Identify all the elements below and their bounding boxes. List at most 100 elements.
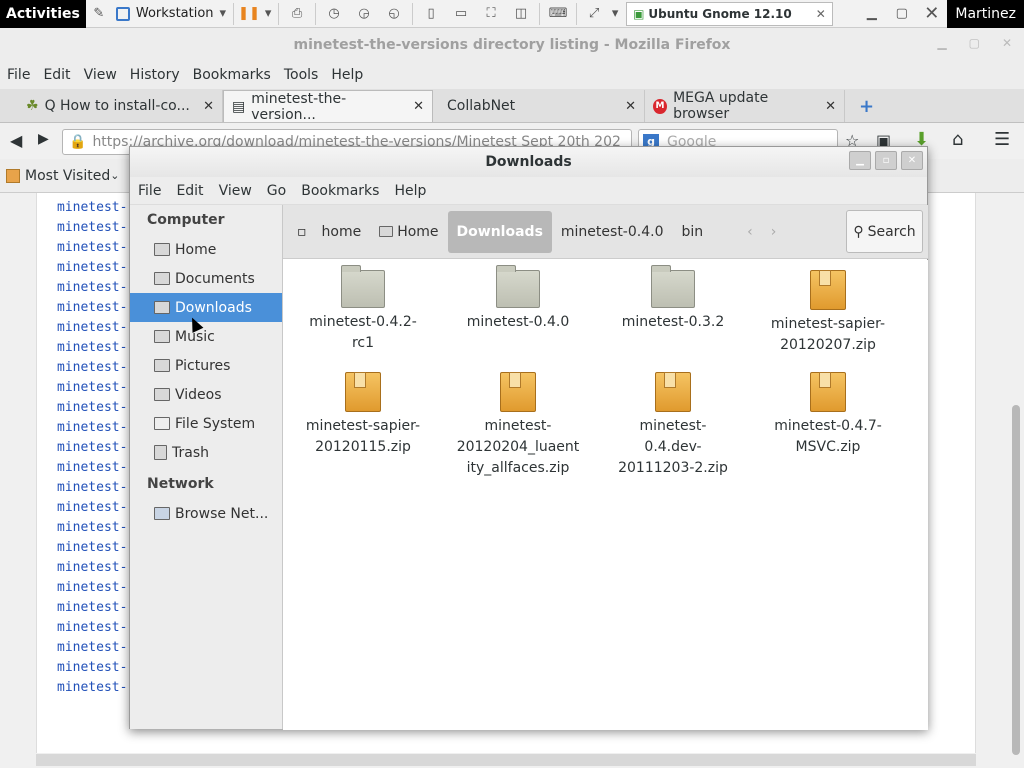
pause-icon[interactable]: ❚❚ [237,0,261,28]
path-crumb-downloads[interactable]: Downloads [447,210,552,253]
menu-help[interactable]: Help [394,183,426,199]
close-icon[interactable]: ✕ [816,7,826,21]
workstation-menu[interactable]: Workstation ▾ [112,0,230,28]
vertical-scrollbar-thumb[interactable] [1012,405,1020,755]
close-icon[interactable]: ✕ [1002,36,1012,50]
file-item[interactable]: minetest-0.4.7-MSVC.zip [758,372,898,458]
snapshot-manager-icon[interactable]: ◵ [379,0,409,28]
menu-icon[interactable]: ☰ [994,129,1010,150]
close-icon[interactable]: ✕ [413,99,424,114]
listing-link[interactable]: minetest- [57,418,127,438]
sidebar-view-icon[interactable]: ▯ [416,0,446,28]
browser-tab[interactable]: CollabNet ✕ [433,90,645,122]
sidebar-item-home[interactable]: Home [130,235,282,264]
user-menu[interactable]: Martinez [947,0,1024,28]
listing-link[interactable]: minetest- [57,598,127,618]
close-icon[interactable]: ✕ [625,99,636,114]
unity-icon[interactable]: ◫ [506,0,536,28]
listing-link[interactable]: minetest- [57,358,127,378]
listing-link[interactable]: minetest- [57,658,127,678]
browser-tab[interactable]: M MEGA update browser ✕ [645,90,845,122]
maximize-icon[interactable]: ▫ [875,151,897,170]
activities-button[interactable]: Activities [0,0,86,28]
listing-link[interactable]: minetest- [57,558,127,578]
back-icon[interactable]: ◀ [10,131,22,150]
close-icon[interactable]: ✕ [901,151,923,170]
pin-icon[interactable]: ✎ [86,0,112,28]
menu-bookmarks[interactable]: Bookmarks [193,67,271,83]
menu-view[interactable]: View [219,183,252,199]
listing-link[interactable]: minetest- [57,238,127,258]
forward-icon[interactable]: ▶ [38,131,49,147]
back-arrow-icon[interactable]: ‹ [738,211,762,253]
sidebar-item-downloads[interactable]: Downloads [130,293,282,322]
menu-go[interactable]: Go [267,183,286,199]
file-item[interactable]: minetest-sapier-20120207.zip [758,270,898,356]
most-visited-label[interactable]: Most Visited [25,168,110,184]
chevron-down-icon[interactable]: ▾ [608,0,622,28]
file-item[interactable]: minetest-20120204_luaentity_allfaces.zip [448,372,588,479]
stretch-icon[interactable]: ⤢ [580,0,608,28]
horizontal-scrollbar[interactable] [36,754,976,766]
listing-link[interactable]: minetest- [57,638,127,658]
file-item[interactable]: minetest-0.3.2 [603,265,743,333]
menu-view[interactable]: View [84,67,117,83]
menu-history[interactable]: History [130,67,180,83]
search-button[interactable]: ⚲ Search [846,210,923,253]
file-item[interactable]: minetest-0.4.0 [448,265,588,333]
file-item[interactable]: minetest-sapier-20120115.zip [293,372,433,458]
listing-link[interactable]: minetest- [57,218,127,238]
close-icon[interactable]: ✕ [825,99,836,114]
sidebar-item-documents[interactable]: Documents [130,264,282,293]
maximize-icon[interactable]: ▢ [887,0,917,28]
revert-snapshot-icon[interactable]: ◶ [349,0,379,28]
menu-edit[interactable]: Edit [43,67,70,83]
close-icon[interactable]: ✕ [203,99,214,114]
listing-link[interactable]: minetest- [57,318,127,338]
listing-link[interactable]: minetest- [57,378,127,398]
path-crumb-minetest[interactable]: minetest-0.4.0 [552,211,673,253]
minimize-icon[interactable]: ▁ [849,151,871,170]
chevron-down-icon[interactable]: ▾ [261,0,275,28]
minimize-icon[interactable]: ▁ [937,36,946,50]
forward-arrow-icon[interactable]: › [762,211,786,253]
menu-bookmarks[interactable]: Bookmarks [301,183,379,199]
listing-link[interactable]: minetest- [57,498,127,518]
listing-link[interactable]: minetest- [57,298,127,318]
listing-link[interactable]: minetest- [57,458,127,478]
listing-link[interactable]: minetest- [57,398,127,418]
fullscreen-icon[interactable]: ⛶ [476,0,506,28]
sidebar-item-trash[interactable]: Trash [130,438,282,467]
sidebar-item-music[interactable]: Music [130,322,282,351]
drive-icon[interactable]: ▫ [291,211,313,253]
path-crumb-home[interactable]: Home [370,211,447,253]
browser-tab-active[interactable]: ▤ minetest-the-version... ✕ [223,90,433,123]
file-item[interactable]: minetest-0.4.2-rc1 [293,265,433,354]
menu-file[interactable]: File [7,67,30,83]
sidebar-item-file-system[interactable]: File System [130,409,282,438]
listing-link[interactable]: minetest- [57,278,127,298]
path-crumb-home-root[interactable]: home [313,211,371,253]
menu-file[interactable]: File [138,183,161,199]
close-icon[interactable]: ✕ [917,0,947,28]
listing-link[interactable]: minetest- [57,198,127,218]
listing-link[interactable]: minetest- [57,258,127,278]
snapshot-icon[interactable]: ◷ [319,0,349,28]
listing-link[interactable]: minetest- [57,338,127,358]
sidebar-item-browse-network[interactable]: Browse Net... [130,499,282,528]
menu-tools[interactable]: Tools [284,67,319,83]
file-item[interactable]: minetest-0.4.dev-20111203-2.zip [603,372,743,479]
maximize-icon[interactable]: ▢ [969,36,980,50]
listing-link[interactable]: minetest- [57,618,127,638]
vm-tab[interactable]: ▣ Ubuntu Gnome 12.10 ✕ [626,1,833,26]
console-icon[interactable]: ⌨ [543,0,573,28]
home-icon[interactable]: ⌂ [952,129,963,150]
minimize-icon[interactable]: ▁ [857,0,887,28]
listing-link[interactable]: minetest- [57,678,127,698]
listing-link[interactable]: minetest- [57,438,127,458]
sidebar-item-videos[interactable]: Videos [130,380,282,409]
listing-link[interactable]: minetest- [57,538,127,558]
sidebar-item-pictures[interactable]: Pictures [130,351,282,380]
new-tab-icon[interactable]: + [845,90,874,122]
listing-link[interactable]: minetest- [57,478,127,498]
